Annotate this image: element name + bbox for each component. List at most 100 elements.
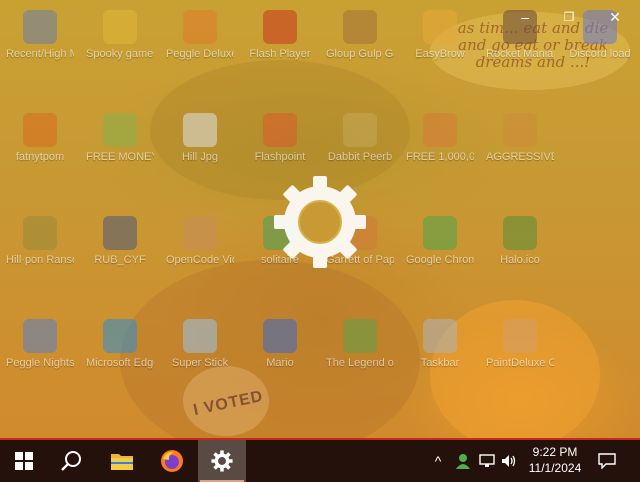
flash-icon (263, 10, 297, 44)
desktop-icon-label: RUB_CYF (94, 254, 146, 266)
desktop-icon[interactable]: Google Chrome (406, 216, 474, 267)
volume-button[interactable] (498, 440, 520, 482)
desktop-icon-label: Peggle Nights Deluxe (6, 357, 74, 369)
firefox-icon (161, 450, 183, 472)
peggle-icon (183, 10, 217, 44)
desktop-icon[interactable]: FREE 1,000,000 MHS (406, 113, 474, 164)
app-icon (423, 319, 457, 353)
game-icon (343, 10, 377, 44)
desktop-icon[interactable]: Mario (246, 319, 314, 370)
desktop-icon[interactable]: AGGRESSIVE Avatar (486, 113, 554, 164)
settings-gear-icon (274, 176, 366, 268)
paint-icon (503, 319, 537, 353)
clock[interactable]: 9:22 PM 11/1/2024 (519, 444, 591, 476)
desktop-icon[interactable]: Super Stick (166, 319, 234, 370)
search-button[interactable] (48, 440, 96, 482)
desktop-icon[interactable]: RUB_CYF (86, 216, 154, 267)
file-icon (183, 113, 217, 147)
notification-icon (598, 453, 616, 469)
network-icon (479, 454, 495, 467)
desktop-icon-label: Halo.ico (500, 254, 540, 266)
desktop-icon-label: Recent/High MEN/SO... (6, 48, 74, 60)
tray-overflow-chevron[interactable]: ^ (428, 440, 448, 482)
desktop-icon-label: Spooky games (86, 48, 154, 60)
desktop-icon[interactable]: Flash Player (246, 10, 314, 61)
desktop-icon[interactable]: Halo.ico (486, 216, 554, 267)
folder-icon (103, 10, 137, 44)
taskbar-firefox[interactable] (148, 440, 196, 482)
chrome-icon (423, 216, 457, 250)
desktop-icon[interactable]: The Legend of Zelda (326, 319, 394, 370)
desktop-icon-label: Taskbar (420, 357, 460, 369)
gear-icon (211, 450, 233, 472)
desktop-icon-label: Discord load (569, 48, 631, 60)
desktop-icon[interactable]: EasyBrow (406, 10, 474, 61)
zelda-icon (343, 319, 377, 353)
minimize-button[interactable]: – (517, 9, 533, 25)
action-center-button[interactable] (594, 440, 620, 482)
desktop-icon-label: PaintDeluxe Chrome Load (486, 357, 554, 369)
desktop-icon[interactable]: Flashpoint (246, 113, 314, 164)
tray-app-icon[interactable] (452, 440, 474, 482)
desktop-icon[interactable]: Taskbar (406, 319, 474, 370)
desktop-icon-label: Flashpoint (254, 151, 306, 163)
desktop-icon-label: Hill Jpg (181, 151, 219, 163)
edge-icon (103, 319, 137, 353)
desktop-icon[interactable]: Microsoft Edge (86, 319, 154, 370)
search-icon (61, 451, 81, 471)
folder-icon (23, 10, 57, 44)
clock-date: 11/1/2024 (528, 461, 582, 475)
desktop-icon[interactable]: Hill Jpg (166, 113, 234, 164)
speaker-icon (502, 455, 516, 467)
halo-icon (503, 216, 537, 250)
desktop-icon[interactable]: FREE MONEY.com (86, 113, 154, 164)
peggle-icon (23, 319, 57, 353)
desktop-icon-label: Rocket Mania Deluxe (486, 48, 554, 60)
desktop-icon-label: Google Chrome (406, 254, 474, 266)
restore-button[interactable]: ❐ (561, 9, 577, 25)
taskbar-file-explorer[interactable] (98, 440, 146, 482)
close-button[interactable]: ✕ (607, 9, 623, 25)
money-icon (103, 113, 137, 147)
desktop-icon[interactable]: Spooky games (86, 10, 154, 61)
desktop-icon[interactable]: Hill·pon Ransomwy... (6, 216, 74, 267)
mario-icon (263, 319, 297, 353)
desktop-icon-label: Microsoft Edge (86, 357, 154, 369)
desktop-icon-label: Dabbit Peerb (327, 151, 393, 163)
desktop-icon-label: fatnytpom (15, 151, 65, 163)
app-icon (103, 216, 137, 250)
desktop-icon[interactable]: Recent/High MEN/SO... (6, 10, 74, 61)
network-button[interactable] (476, 440, 498, 482)
clock-time: 9:22 PM (532, 445, 578, 459)
browser-icon (423, 10, 457, 44)
game-icon (503, 113, 537, 147)
desktop-icon-label: Mario (266, 357, 294, 369)
money-icon (423, 113, 457, 147)
desktop-icon-label: FREE MONEY.com (86, 151, 154, 163)
desktop-icon[interactable]: fatnytpom (6, 113, 74, 164)
desktop: as tim... eat and die and go eat or brea… (0, 0, 640, 438)
desktop-icon[interactable]: Peggle Deluxe (166, 10, 234, 61)
taskbar-settings[interactable] (198, 440, 246, 482)
game-icon (183, 319, 217, 353)
desktop-icon-label: Super Stick (171, 357, 229, 369)
game-icon (343, 113, 377, 147)
desktop-icon[interactable]: OpenCode Video (166, 216, 234, 267)
desktop-icon-label: Flash Player (249, 48, 311, 60)
desktop-icon-label: The Legend of Zelda (326, 357, 394, 369)
desktop-icon-label: Peggle Deluxe (166, 48, 234, 60)
desktop-icon[interactable]: PaintDeluxe Chrome Load (486, 319, 554, 370)
desktop-icon[interactable]: Peggle Nights Deluxe (6, 319, 74, 370)
firefox-icon (23, 113, 57, 147)
taskbar: ^ 9:22 PM 11/1/2024 (0, 438, 640, 482)
desktop-icon-label: FREE 1,000,000 MHS (406, 151, 474, 163)
people-icon (456, 454, 470, 469)
desktop-icon[interactable]: Gloup Gulp Game (326, 10, 394, 61)
desktop-icon[interactable]: Dabbit Peerb (326, 113, 394, 164)
video-icon (183, 216, 217, 250)
start-button[interactable] (0, 440, 48, 482)
windows-logo-icon (15, 452, 33, 470)
desktop-icon-label: EasyBrow (415, 48, 465, 60)
desktop-icon-label: Hill·pon Ransomwy... (6, 254, 74, 266)
app-icon (23, 216, 57, 250)
